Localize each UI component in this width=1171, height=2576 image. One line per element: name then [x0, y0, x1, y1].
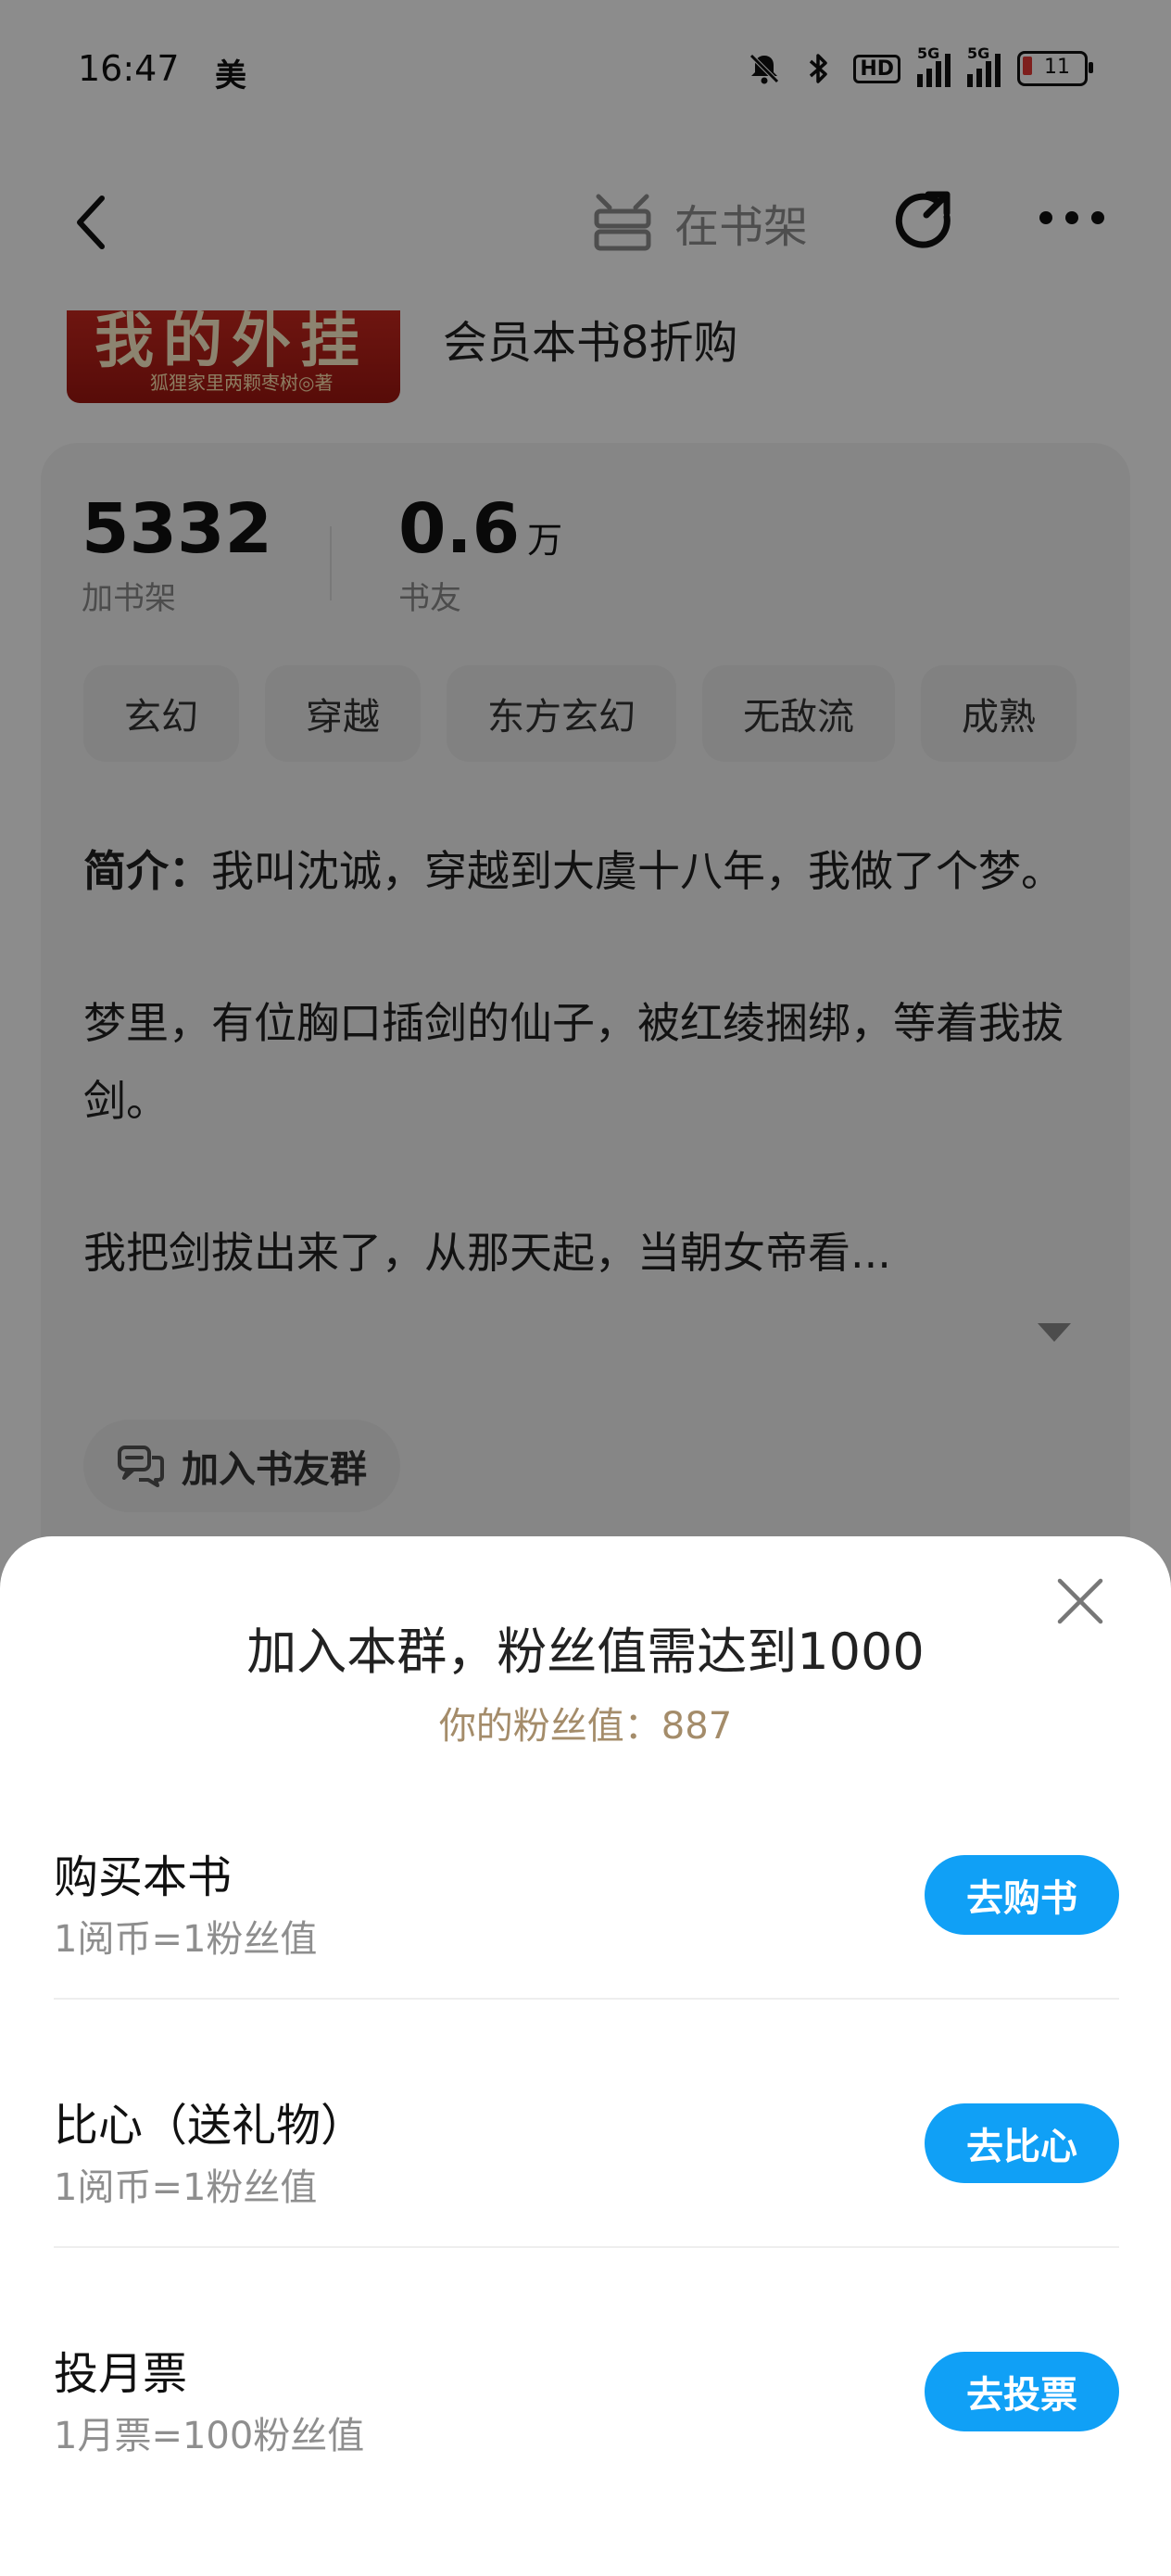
task-rate: 1阅币=1粉丝值	[54, 1918, 318, 1961]
sheet-title: 加入本群，粉丝值需达到1000	[246, 1623, 925, 1681]
task-name: 购买本书	[54, 1851, 233, 1903]
buy-book-button[interactable]: 去购书	[925, 1855, 1119, 1935]
send-gift-button[interactable]: 去比心	[925, 2103, 1119, 2183]
task-row-monthly-vote: 投月票 1月票=100粉丝值 去投票	[54, 2311, 1119, 2496]
task-rate: 1月票=100粉丝值	[54, 2415, 365, 2457]
task-name: 投月票	[54, 2348, 188, 2400]
vote-button[interactable]: 去投票	[925, 2352, 1119, 2431]
row-divider	[54, 2246, 1119, 2248]
task-row-send-gift: 比心（送礼物） 1阅币=1粉丝值 去比心	[54, 2063, 1119, 2248]
fan-requirement-sheet: 加入本群，粉丝值需达到1000 你的粉丝值：887 购买本书 1阅币=1粉丝值 …	[0, 1536, 1171, 2576]
current-fan-value: 你的粉丝值：887	[438, 1705, 733, 1748]
row-divider	[54, 1998, 1119, 2000]
task-name: 比心（送礼物）	[54, 2100, 366, 2152]
task-row-buy-book: 购买本书 1阅币=1粉丝值 去购书	[54, 1814, 1119, 2000]
task-rate: 1阅币=1粉丝值	[54, 2166, 318, 2209]
